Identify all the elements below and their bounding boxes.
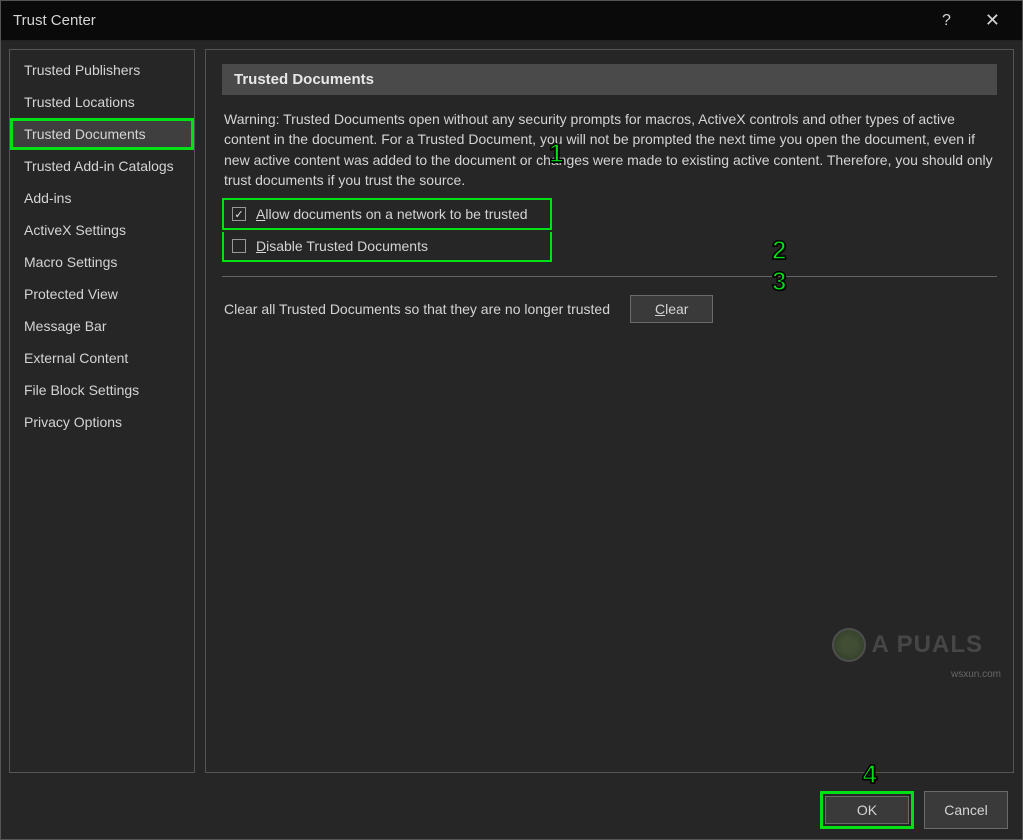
clear-button[interactable]: Clear	[630, 295, 713, 323]
allow-network-trust-checkbox[interactable]	[232, 207, 246, 221]
sidebar-item-trusted-publishers[interactable]: Trusted Publishers	[10, 54, 194, 86]
sidebar-item-macro-settings[interactable]: Macro Settings	[10, 246, 194, 278]
watermark-logo-icon	[832, 628, 866, 662]
dialog-body: Trusted Publishers Trusted Locations Tru…	[1, 41, 1022, 781]
allow-network-trust-label: Allow documents on a network to be trust…	[256, 206, 528, 222]
help-icon[interactable]: ?	[928, 12, 965, 30]
trust-center-dialog: Trust Center ? ✕ Trusted Publishers Trus…	[0, 0, 1023, 840]
sidebar-item-trusted-documents[interactable]: Trusted Documents	[10, 118, 194, 150]
dialog-footer: OK Cancel	[1, 781, 1022, 839]
divider	[222, 276, 997, 277]
sidebar-item-message-bar[interactable]: Message Bar	[10, 310, 194, 342]
allow-network-trust-row[interactable]: Allow documents on a network to be trust…	[222, 198, 552, 230]
ok-button[interactable]: OK	[825, 796, 909, 824]
main-panel: Trusted Documents Warning: Trusted Docum…	[205, 49, 1014, 773]
disable-trusted-documents-row[interactable]: Disable Trusted Documents	[222, 232, 552, 262]
sidebar-item-activex-settings[interactable]: ActiveX Settings	[10, 214, 194, 246]
clear-row: Clear all Trusted Documents so that they…	[222, 291, 997, 327]
warning-text: Warning: Trusted Documents open without …	[222, 109, 997, 190]
corner-watermark: wsxun.com	[951, 669, 1001, 680]
sidebar-item-addins[interactable]: Add-ins	[10, 182, 194, 214]
sidebar-item-protected-view[interactable]: Protected View	[10, 278, 194, 310]
section-header: Trusted Documents	[222, 64, 997, 95]
cancel-button[interactable]: Cancel	[924, 791, 1008, 829]
window-title: Trust Center	[13, 12, 928, 29]
sidebar-item-file-block-settings[interactable]: File Block Settings	[10, 374, 194, 406]
sidebar: Trusted Publishers Trusted Locations Tru…	[9, 49, 195, 773]
ok-highlight: OK	[820, 791, 914, 829]
titlebar: Trust Center ? ✕	[1, 1, 1022, 41]
sidebar-item-trusted-locations[interactable]: Trusted Locations	[10, 86, 194, 118]
watermark-text: A PUALS	[872, 631, 983, 659]
sidebar-item-trusted-addin-catalogs[interactable]: Trusted Add-in Catalogs	[10, 150, 194, 182]
sidebar-item-external-content[interactable]: External Content	[10, 342, 194, 374]
disable-trusted-documents-checkbox[interactable]	[232, 239, 246, 253]
sidebar-item-privacy-options[interactable]: Privacy Options	[10, 406, 194, 438]
annotation-2: 2	[772, 235, 786, 266]
close-icon[interactable]: ✕	[965, 10, 1010, 31]
disable-trusted-documents-label: Disable Trusted Documents	[256, 238, 428, 254]
watermark: A PUALS	[832, 628, 983, 662]
clear-description: Clear all Trusted Documents so that they…	[224, 301, 610, 317]
